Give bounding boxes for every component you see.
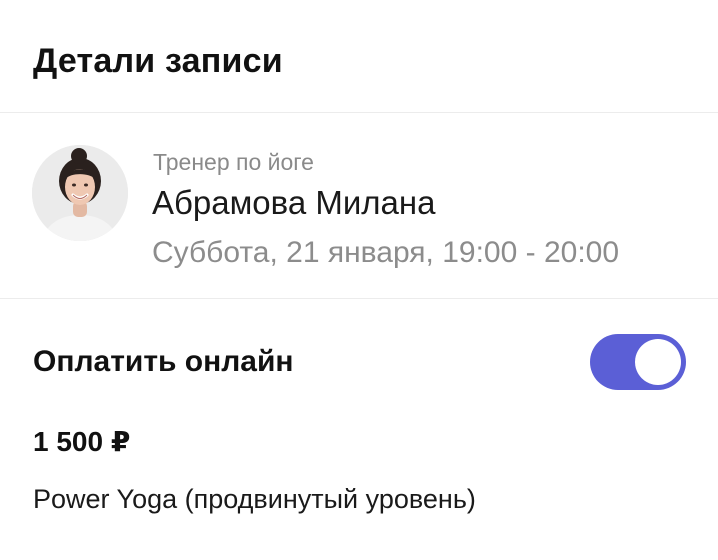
- divider: [0, 112, 718, 113]
- trainer-photo: [32, 145, 128, 241]
- session-datetime: Суббота, 21 января, 19:00 - 20:00: [152, 236, 620, 269]
- trainer-name: Абрамова Милана: [152, 184, 436, 221]
- price: 1 500 ₽: [33, 426, 131, 457]
- class-name: Power Yoga (продвинутый уровень): [33, 484, 476, 514]
- divider: [0, 298, 718, 299]
- avatar: [32, 145, 128, 241]
- toggle-knob: [635, 339, 681, 385]
- page-title: Детали записи: [33, 42, 283, 80]
- pay-online-toggle[interactable]: [590, 334, 686, 390]
- trainer-role: Тренер по йоге: [153, 149, 314, 175]
- pay-online-label: Оплатить онлайн: [33, 345, 294, 378]
